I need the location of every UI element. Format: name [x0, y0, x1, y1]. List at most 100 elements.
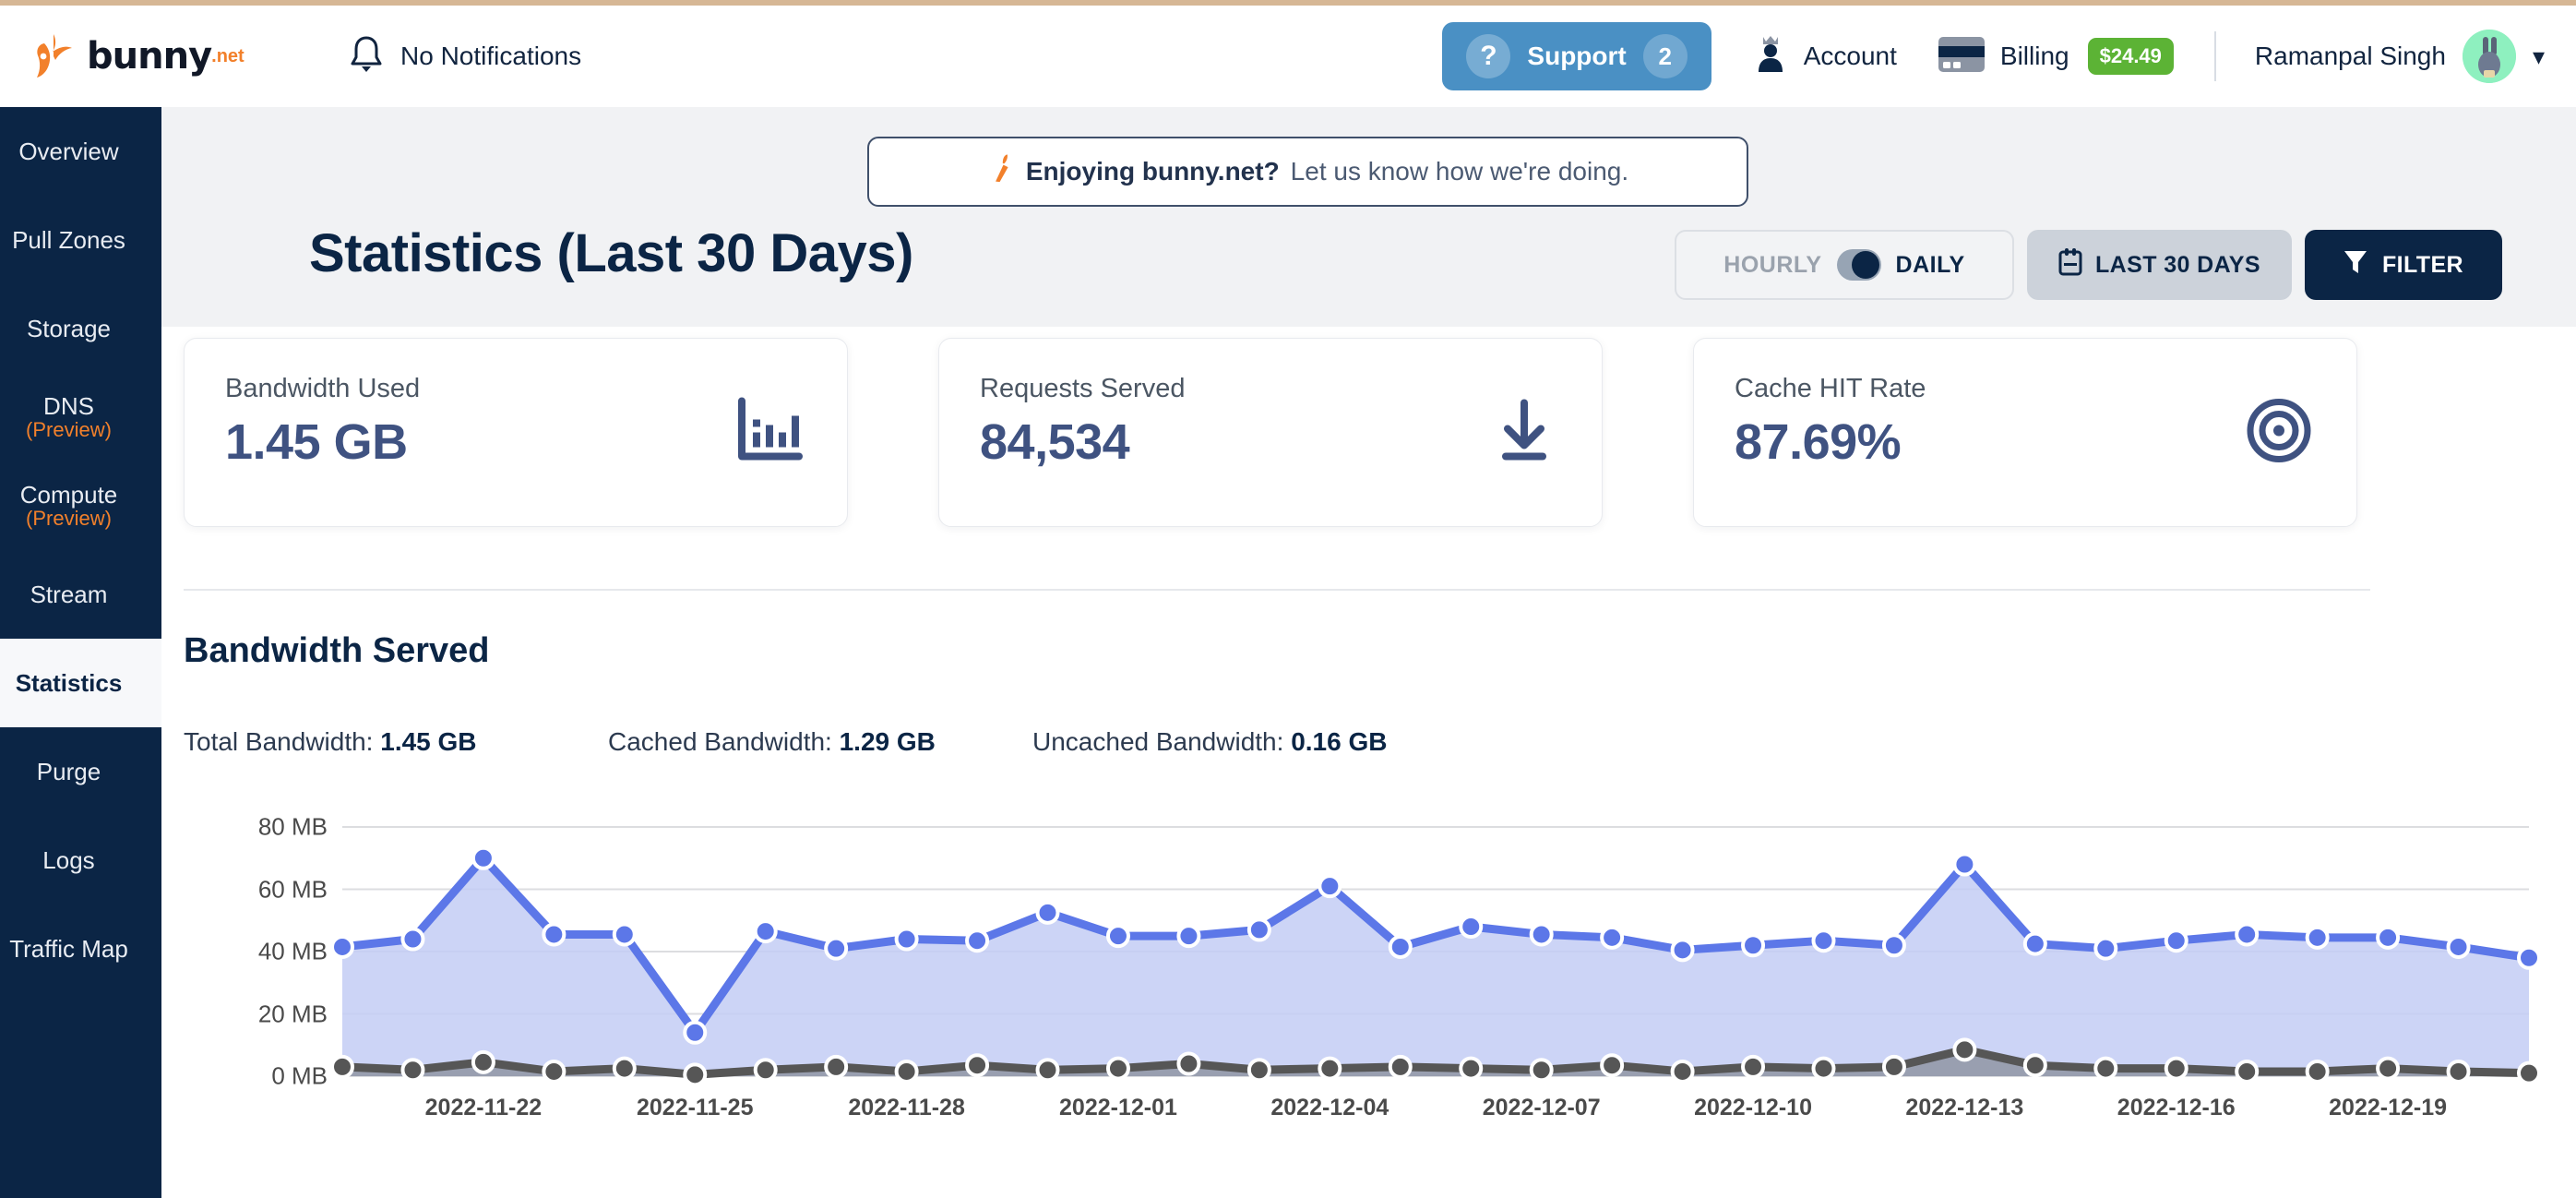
- carrot-icon: [982, 150, 1020, 192]
- billing-amount-badge: $24.49: [2087, 38, 2174, 75]
- stat-card-value: 84,534: [980, 414, 1130, 470]
- credit-card-icon: [1938, 36, 1986, 78]
- filter-label: FILTER: [2381, 251, 2463, 278]
- sidebar-item-label: Purge: [36, 757, 101, 785]
- x-axis-tick-label: 2022-12-13: [1905, 1095, 2024, 1120]
- toggle-switch-icon[interactable]: [1836, 249, 1881, 281]
- brand-name: bunny: [87, 35, 212, 78]
- granularity-daily-label[interactable]: DAILY: [1896, 252, 1965, 279]
- stat-card-label: Requests Served: [980, 374, 1186, 403]
- feedback-banner-bold: Enjoying bunny.net?: [1025, 157, 1280, 186]
- topbar-right-group: ? Support 2 Account Billing $24.49 Raman…: [1442, 6, 2576, 107]
- legend-label: Cached Bandwidth:: [608, 727, 832, 756]
- x-axis-tick-label: 2022-12-04: [1270, 1095, 1389, 1120]
- chart-legend: Total Bandwidth: 1.45 GB Cached Bandwidt…: [184, 727, 2370, 757]
- download-arrow-icon: [1489, 395, 1559, 470]
- support-count-badge: 2: [1642, 34, 1688, 78]
- sidebar-item-label: Pull Zones: [12, 225, 125, 254]
- billing-label: Billing: [1999, 42, 2069, 70]
- legend-label: Uncached Bandwidth:: [1032, 727, 1284, 756]
- topbar-divider: [2213, 31, 2216, 81]
- sidebar-item-statistics[interactable]: Statistics: [0, 639, 161, 727]
- granularity-toggle[interactable]: HOURLY DAILY: [1675, 230, 2015, 300]
- legend-total-bandwidth: Total Bandwidth: 1.45 GB: [184, 727, 608, 757]
- y-axis-tick-label: 40 MB: [257, 937, 328, 965]
- stats-toolbar: HOURLY DAILY LAST 30 DAYS FILTER: [1675, 230, 2502, 300]
- support-button[interactable]: ? Support 2: [1442, 22, 1711, 90]
- sidebar-item-logs[interactable]: Logs: [0, 816, 161, 904]
- sidebar-item-label: Stream: [30, 580, 108, 608]
- stat-card-label: Bandwidth Used: [225, 374, 421, 403]
- bandwidth-chart[interactable]: 0 MB 20 MB 40 MB 60 MB 80 MB 2022-11-22 2022-…: [161, 813, 2576, 1132]
- legend-value: 1.29 GB: [839, 727, 936, 756]
- page-title: Statistics (Last 30 Days): [309, 223, 913, 283]
- chart-section-title: Bandwidth Served: [184, 631, 490, 670]
- section-divider: [184, 589, 2370, 591]
- stat-card-value: 1.45 GB: [225, 414, 408, 470]
- user-menu[interactable]: Ramanpal Singh ▾: [2255, 30, 2545, 83]
- brand-logo[interactable]: bunny .net: [26, 29, 293, 85]
- sidebar-navigation: Overview Pull Zones Storage DNS (Preview…: [0, 107, 161, 1198]
- x-axis-tick-label: 2022-12-16: [2117, 1095, 2236, 1120]
- filter-button[interactable]: FILTER: [2304, 230, 2502, 300]
- stat-card-cache-hit-rate[interactable]: Cache HIT Rate 87.69%: [1693, 338, 2357, 527]
- sidebar-item-pull-zones[interactable]: Pull Zones: [0, 196, 161, 284]
- sidebar-item-dns[interactable]: DNS (Preview): [0, 373, 161, 461]
- sidebar-item-compute[interactable]: Compute (Preview): [0, 461, 161, 550]
- calendar-icon: [2058, 247, 2082, 282]
- sidebar-item-traffic-map[interactable]: Traffic Map: [0, 904, 161, 993]
- granularity-hourly-label[interactable]: HOURLY: [1723, 252, 1821, 279]
- question-mark-icon: ?: [1466, 34, 1511, 78]
- legend-value: 1.45 GB: [380, 727, 477, 756]
- legend-cached-bandwidth: Cached Bandwidth: 1.29 GB: [608, 727, 1032, 757]
- feedback-banner[interactable]: Enjoying bunny.net? Let us know how we'r…: [867, 137, 1748, 207]
- person-crown-icon: [1752, 33, 1789, 80]
- date-range-label: LAST 30 DAYS: [2095, 251, 2260, 278]
- sidebar-item-label: Compute: [19, 481, 118, 509]
- user-name: Ramanpal Singh: [2254, 42, 2446, 70]
- chart-x-axis: 2022-11-22 2022-11-25 2022-11-28 2022-12-01…: [342, 1095, 2529, 1132]
- stat-cards-row: Bandwidth Used 1.45 GB Requests Served 8…: [161, 338, 2576, 527]
- sidebar-item-label: DNS: [43, 392, 94, 421]
- date-range-button[interactable]: LAST 30 DAYS: [2027, 230, 2292, 300]
- y-axis-tick-label: 20 MB: [257, 1000, 328, 1027]
- x-axis-tick-label: 2022-12-01: [1059, 1095, 1177, 1120]
- support-label: Support: [1527, 42, 1627, 70]
- x-axis-tick-label: 2022-12-07: [1482, 1095, 1601, 1120]
- funnel-icon: [2343, 249, 2367, 282]
- account-button[interactable]: Account: [1752, 33, 1897, 80]
- billing-button[interactable]: Billing $24.49: [1938, 36, 2174, 78]
- notifications-button[interactable]: No Notifications: [349, 34, 581, 79]
- app-screen: bunny .net No Notifications ? Support 2: [0, 0, 2576, 1198]
- sidebar-item-sublabel: (Preview): [26, 418, 112, 442]
- sidebar-item-label: Overview: [18, 137, 119, 165]
- brand-suffix: .net: [211, 45, 244, 66]
- y-axis-tick-label: 60 MB: [257, 875, 328, 903]
- x-axis-tick-label: 2022-11-25: [636, 1095, 754, 1120]
- sidebar-item-label: Statistics: [15, 668, 123, 697]
- y-axis-tick-label: 80 MB: [257, 812, 328, 841]
- top-navigation-bar: bunny .net No Notifications ? Support 2: [0, 6, 2576, 107]
- sidebar-item-label: Storage: [26, 314, 112, 342]
- legend-uncached-bandwidth: Uncached Bandwidth: 0.16 GB: [1032, 727, 1387, 757]
- chevron-down-icon[interactable]: ▾: [2533, 42, 2545, 71]
- chart-y-axis: 0 MB 20 MB 40 MB 60 MB 80 MB: [189, 813, 328, 1090]
- feedback-banner-text: Let us know how we're doing.: [1290, 157, 1629, 186]
- account-label: Account: [1803, 42, 1897, 70]
- notifications-label: No Notifications: [400, 42, 582, 70]
- main-content: Enjoying bunny.net? Let us know how we'r…: [161, 107, 2576, 1198]
- bell-icon: [349, 34, 384, 79]
- chart-plot-area[interactable]: [330, 826, 2541, 1087]
- legend-label: Total Bandwidth:: [184, 727, 374, 756]
- sidebar-item-overview[interactable]: Overview: [0, 107, 161, 196]
- stat-card-bandwidth-used[interactable]: Bandwidth Used 1.45 GB: [184, 338, 848, 527]
- sidebar-item-stream[interactable]: Stream: [0, 550, 161, 639]
- y-axis-tick-label: 0 MB: [271, 1061, 328, 1090]
- sidebar-item-storage[interactable]: Storage: [0, 284, 161, 373]
- sidebar-item-label: Traffic Map: [9, 934, 128, 963]
- sidebar-item-purge[interactable]: Purge: [0, 727, 161, 816]
- target-icon: [2244, 395, 2314, 470]
- bar-chart-icon: [734, 395, 805, 470]
- stat-card-requests-served[interactable]: Requests Served 84,534: [938, 338, 1603, 527]
- x-axis-tick-label: 2022-11-28: [848, 1095, 965, 1120]
